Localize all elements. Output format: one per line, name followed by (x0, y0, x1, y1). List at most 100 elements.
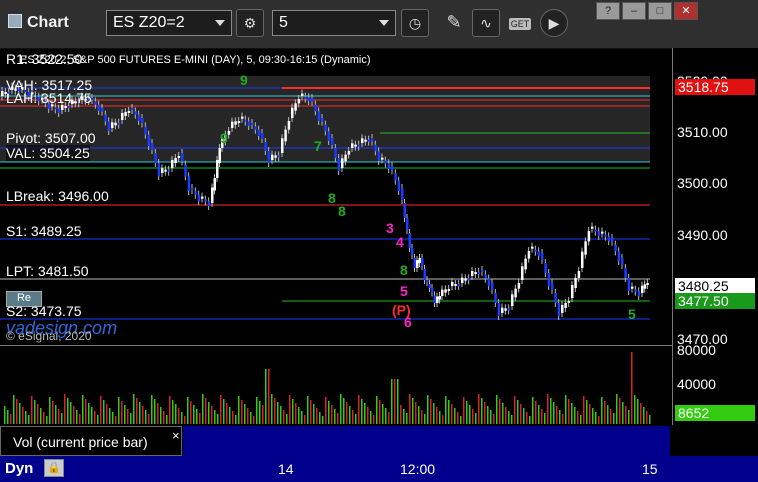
candle (436, 296, 439, 303)
volume-bar (181, 412, 183, 424)
volume-bar (76, 410, 78, 424)
candle (584, 241, 587, 255)
candle (564, 303, 567, 308)
play-icon[interactable]: ▶ (540, 9, 568, 37)
candle (111, 122, 114, 128)
candle (591, 226, 594, 229)
volume-bar (238, 396, 240, 424)
volume-bar (133, 394, 135, 424)
candle (481, 270, 484, 272)
volume-bar (478, 394, 480, 424)
volume-bar (448, 400, 450, 424)
dyn-mode-label[interactable]: Dyn (5, 460, 33, 477)
volume-bar (646, 411, 648, 424)
candle (267, 151, 271, 163)
volume-bar (244, 404, 246, 424)
price-tick: 3510.00 (677, 124, 728, 140)
volume-bar (526, 412, 528, 424)
candle (631, 286, 634, 289)
volume-bar (232, 411, 234, 424)
candle (194, 191, 197, 195)
close-button[interactable]: ✕ (674, 2, 698, 20)
close-icon[interactable]: × (172, 428, 180, 443)
volume-bar (550, 398, 552, 424)
volume-bar (118, 397, 120, 424)
volume-bar (373, 415, 375, 424)
candle (627, 278, 631, 291)
candle (537, 251, 541, 256)
time-tick: 15 (642, 461, 658, 477)
volume-bar (424, 414, 426, 424)
candle (521, 266, 524, 280)
interval-input[interactable]: 5 (272, 10, 396, 36)
symbol-input[interactable]: ES Z20=2 (106, 10, 232, 36)
candle (241, 116, 244, 119)
candle (541, 253, 544, 260)
volume-bar (553, 402, 555, 424)
volume-tick: 40000 (677, 376, 716, 392)
last-price-badge: 3518.75 (675, 79, 755, 95)
gear-icon[interactable]: ⚙ (236, 9, 264, 37)
candle (341, 158, 344, 168)
clock-icon[interactable]: ◷ (401, 9, 429, 37)
volume-bar (97, 415, 99, 424)
volume-bar (211, 406, 213, 424)
volume-panel[interactable] (0, 345, 672, 426)
candle (497, 303, 501, 316)
volume-bar (604, 401, 606, 424)
interval-value: 5 (279, 14, 288, 31)
volume-bar (46, 416, 48, 424)
candle (327, 131, 331, 141)
minimize-button[interactable]: – (622, 2, 646, 20)
chevron-down-icon[interactable] (215, 20, 225, 26)
candle (614, 244, 617, 252)
volume-bar (43, 412, 45, 424)
volume-bar (250, 412, 252, 424)
candle (134, 111, 137, 115)
lock-icon[interactable]: 🔒 (44, 459, 64, 477)
volume-bar (277, 402, 279, 424)
chevron-down-icon[interactable] (379, 20, 389, 26)
candle (511, 294, 514, 306)
volume-bar (283, 410, 285, 424)
time-axis[interactable]: Dyn 🔒 14 12:00 15 (0, 456, 758, 482)
volume-bar (598, 416, 600, 424)
candle (433, 295, 436, 303)
pencil-icon[interactable]: ✎ (440, 9, 468, 37)
help-button[interactable]: ? (596, 2, 620, 20)
marker-9: 9 (240, 72, 248, 88)
candle (187, 176, 191, 191)
indicator-icon[interactable]: ∿ (472, 9, 500, 37)
volume-bar (364, 403, 366, 424)
volume-canvas (4, 352, 651, 424)
candle (181, 153, 184, 162)
price-axis[interactable]: 3520.00 3518.75 3510.00 3500.00 3490.00 … (672, 48, 758, 425)
candle (557, 303, 561, 316)
lah-label: LAH: 3514.75 (6, 90, 92, 106)
volume-bar (223, 399, 225, 424)
study-label[interactable]: Vol (current price bar) (0, 426, 182, 456)
volume-bar (121, 401, 123, 424)
get-data-icon[interactable]: GET (506, 9, 534, 37)
price-chart[interactable]: ES Z20-2, S&P 500 FUTURES E-MINI (DAY), … (0, 48, 672, 344)
marker-6: 6 (404, 314, 412, 330)
candle (423, 269, 426, 280)
candle (484, 274, 487, 279)
volume-bar (190, 401, 192, 424)
volume-bar (259, 401, 261, 424)
maximize-button[interactable]: □ (648, 2, 672, 20)
volume-bar (628, 410, 630, 424)
candle (646, 283, 649, 285)
window-title: Chart (8, 14, 69, 32)
candle (544, 263, 547, 273)
candle (344, 154, 347, 162)
volume-bar (52, 401, 54, 424)
volume-bar (349, 406, 351, 424)
volume-bar (514, 396, 516, 424)
volume-bar (130, 413, 132, 424)
candle (561, 305, 564, 313)
volume-bar (406, 413, 408, 424)
volume-bar (565, 395, 567, 424)
candle (294, 103, 297, 111)
volume-bar (88, 403, 90, 424)
